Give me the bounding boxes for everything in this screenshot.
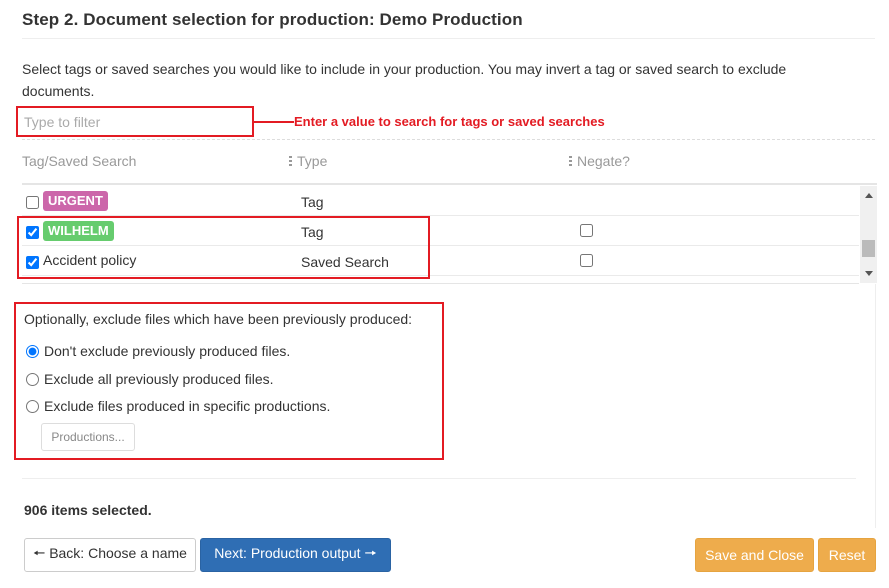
productions-button[interactable]: Productions... — [41, 423, 135, 451]
filter-input[interactable] — [24, 114, 244, 130]
selected-rows-annotation-box — [17, 216, 430, 279]
negate-checkbox[interactable] — [580, 254, 593, 267]
column-header-name[interactable]: Tag/Saved Search — [22, 153, 136, 169]
filter-annotation-box — [16, 106, 254, 137]
grid-bottom-divider — [22, 283, 859, 284]
intro-text: Select tags or saved searches you would … — [22, 61, 787, 99]
header-divider — [22, 183, 877, 185]
back-button-label: Back: Choose a name — [49, 545, 187, 561]
radio-label: Don't exclude previously produced files. — [44, 343, 291, 359]
scrollbar-thumb[interactable] — [862, 240, 875, 257]
exclude-option-specific[interactable]: Exclude files produced in specific produ… — [26, 398, 330, 414]
column-resize-grip-icon[interactable] — [569, 156, 572, 167]
next-button-label: Next: Production output — [214, 545, 361, 561]
annotation-connector — [254, 121, 294, 123]
column-resize-grip-icon[interactable] — [289, 156, 292, 167]
radio-label: Exclude all previously produced files. — [44, 371, 274, 387]
filter-divider — [22, 139, 875, 140]
row-select-checkbox[interactable] — [26, 196, 39, 209]
tag-badge: URGENT — [43, 191, 108, 211]
exclude-none-radio[interactable] — [26, 345, 39, 358]
footer-divider — [22, 478, 856, 479]
arrow-left-icon: 🠔 — [33, 545, 46, 561]
column-header-label: Type — [297, 153, 328, 169]
exclude-specific-radio[interactable] — [26, 400, 39, 413]
negate-checkbox[interactable] — [580, 224, 593, 237]
table-row[interactable]: URGENT Tag — [22, 186, 859, 216]
title-divider — [22, 38, 875, 39]
radio-label: Exclude files produced in specific produ… — [44, 398, 331, 414]
exclusion-label: Optionally, exclude files which have bee… — [24, 311, 413, 327]
row-type: Tag — [301, 194, 324, 210]
next-button[interactable]: Next: Production output 🠖 — [200, 538, 391, 572]
scroll-up-arrow-icon[interactable] — [865, 193, 873, 198]
column-header-negate[interactable]: Negate? — [569, 153, 630, 169]
selected-count: 906 items selected. — [24, 502, 152, 518]
back-button[interactable]: 🠔 Back: Choose a name — [24, 538, 196, 572]
filter-annotation-text: Enter a value to search for tags or save… — [294, 114, 605, 129]
grid-scrollbar[interactable] — [860, 186, 877, 283]
scroll-down-arrow-icon[interactable] — [865, 271, 873, 276]
column-header-label: Negate? — [577, 153, 630, 169]
reset-button[interactable]: Reset — [818, 538, 876, 572]
arrow-right-icon: 🠖 — [364, 545, 377, 561]
exclude-all-radio[interactable] — [26, 373, 39, 386]
exclude-option-all[interactable]: Exclude all previously produced files. — [26, 371, 274, 387]
page-title: Step 2. Document selection for productio… — [22, 10, 523, 29]
column-header-label: Tag/Saved Search — [22, 153, 137, 169]
column-header-type[interactable]: Type — [289, 153, 327, 169]
panel-border — [856, 284, 876, 528]
exclude-option-none[interactable]: Don't exclude previously produced files. — [26, 343, 290, 359]
save-and-close-button[interactable]: Save and Close — [695, 538, 814, 572]
